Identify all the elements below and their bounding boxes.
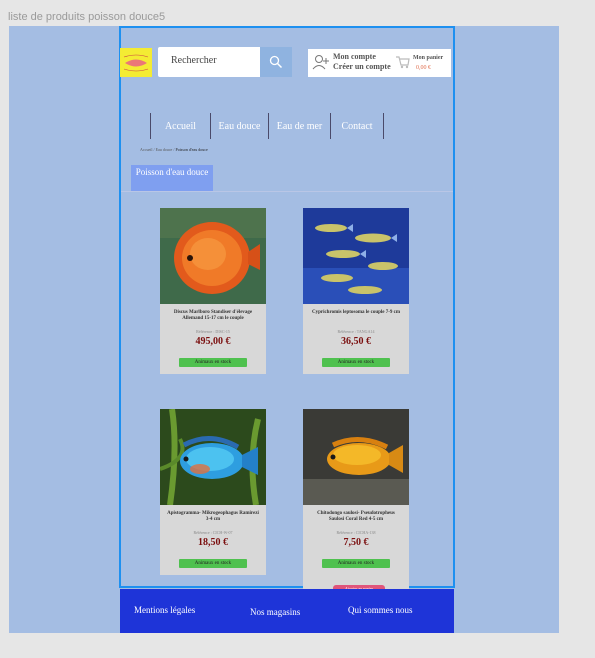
user-add-icon[interactable] (312, 53, 330, 71)
search-input[interactable]: Rechercher (158, 47, 260, 77)
product-name[interactable]: Chitodongo saulosi- Pseudotropheus Saulo… (309, 511, 403, 523)
my-cart-link[interactable]: Mon panier (413, 55, 443, 61)
search-icon (269, 55, 283, 69)
nav-home[interactable]: Accueil (150, 113, 210, 139)
account-panel: Mon compte Créer un compte Mon panier 0,… (308, 49, 451, 77)
product-image[interactable] (160, 409, 266, 505)
breadcrumb-current: Poisson d'eau douce (175, 147, 208, 152)
search-button[interactable] (260, 47, 292, 77)
stock-badge: Animaux en stock (179, 559, 247, 568)
product-name[interactable]: Discus Marlboro Standiser d'élevage Alle… (166, 310, 260, 322)
product-price: 495,00 € (195, 336, 231, 347)
product-reference: Référence : DISC-15 (196, 329, 230, 334)
product-image[interactable] (160, 208, 266, 304)
product-card[interactable]: Discus Marlboro Standiser d'élevage Alle… (160, 208, 266, 374)
divider (121, 191, 453, 192)
footer-legal-link[interactable]: Mentions légales (134, 605, 195, 615)
shop-logo[interactable] (120, 48, 152, 77)
create-account-link[interactable]: Créer un compte (333, 62, 391, 71)
product-reference: Référence : CICHA-138 (336, 530, 376, 535)
product-image[interactable] (303, 409, 409, 505)
product-name[interactable]: Apistogramma- Mikrogeophagus Ramirezi 3-… (166, 511, 260, 523)
stock-badge: Animaux en stock (322, 358, 390, 367)
product-name[interactable]: Cyprichromis leptosoma le couple 7-9 cm (309, 310, 403, 316)
stock-badge: Animaux en stock (322, 559, 390, 568)
footer-about-link[interactable]: Qui sommes nous (348, 605, 413, 615)
footer: Mentions légales Nos magasins Qui sommes… (120, 589, 454, 633)
product-card[interactable]: Chitodongo saulosi- Pseudotropheus Saulo… (303, 409, 409, 575)
nav-freshwater[interactable]: Eau douce (210, 113, 268, 139)
product-card[interactable]: Apistogramma- Mikrogeophagus Ramirezi 3-… (160, 409, 266, 575)
nav-saltwater[interactable]: Eau de mer (268, 113, 330, 139)
nav-contact[interactable]: Contact (330, 113, 384, 139)
breadcrumb-category[interactable]: Eau douce (156, 147, 173, 152)
product-image[interactable] (303, 208, 409, 304)
breadcrumb: Accueil / Eau douce / Poisson d'eau douc… (140, 147, 208, 152)
product-reference: Référence : CICH-W-07 (193, 530, 233, 535)
product-card[interactable]: Cyprichromis leptosoma le couple 7-9 cm … (303, 208, 409, 374)
breadcrumb-home[interactable]: Accueil (140, 147, 152, 152)
product-reference: Référence : TANGA14 (337, 329, 375, 334)
stock-badge: Animaux en stock (179, 358, 247, 367)
product-price: 7,50 € (343, 537, 369, 548)
cart-icon[interactable] (395, 55, 410, 69)
footer-stores-link[interactable]: Nos magasins (250, 607, 300, 617)
my-account-link[interactable]: Mon compte (333, 52, 376, 61)
category-tab[interactable]: Poisson d'eau douce (131, 165, 213, 191)
main-nav: Accueil Eau douce Eau de mer Contact (150, 113, 384, 139)
frame-title: liste de produits poisson douce5 (8, 11, 166, 23)
product-price: 18,50 € (198, 537, 228, 548)
product-price: 36,50 € (341, 336, 371, 347)
cart-total: 0,00 € (416, 65, 431, 71)
